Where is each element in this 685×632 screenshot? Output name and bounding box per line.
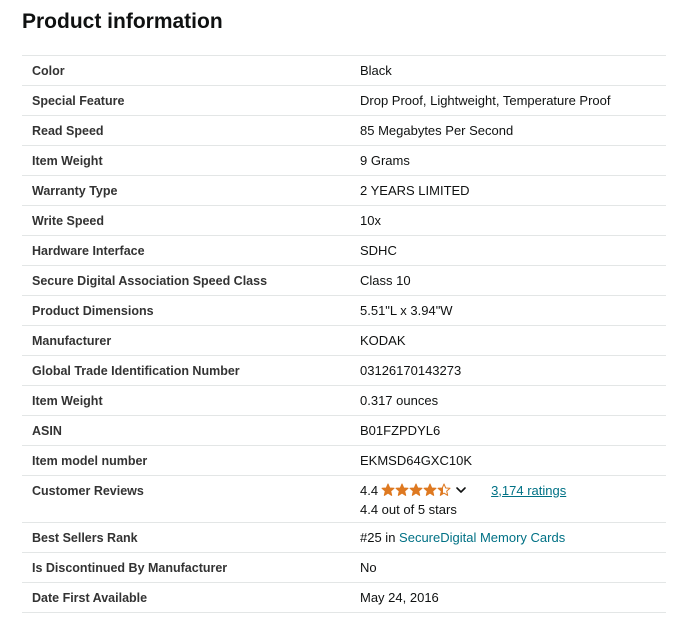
ratings-count-link[interactable]: 3,174 ratings (491, 483, 566, 498)
page-title: Product information (22, 10, 223, 33)
best-sellers-rank-row: Best Sellers Rank #25 in SecureDigital M… (22, 522, 666, 553)
table-row: Hardware Interface SDHC (22, 235, 666, 266)
star-rating[interactable] (381, 483, 451, 497)
row-label: Special Feature (32, 93, 125, 108)
star-icon (381, 483, 395, 496)
table-row: Read Speed 85 Megabytes Per Second (22, 115, 666, 146)
row-label: Product Dimensions (32, 303, 154, 318)
best-sellers-rank-value: #25 in SecureDigital Memory Cards (350, 523, 666, 553)
rank-prefix: #25 in (360, 530, 400, 545)
row-label: Item Weight (32, 153, 103, 168)
rating-number: 4.4 (360, 482, 379, 498)
row-value: 10x (360, 213, 381, 228)
row-label: Manufacturer (32, 333, 112, 348)
table-row: Warranty Type 2 YEARS LIMITED (22, 175, 666, 206)
table-row: ASIN B01FZPDYL6 (22, 415, 666, 446)
star-icon (409, 483, 423, 496)
table-row: Date First Available May 24, 2016 (22, 582, 666, 613)
row-label: Customer Reviews (32, 484, 144, 498)
row-label: ASIN (32, 423, 62, 438)
row-value: May 24, 2016 (360, 590, 439, 605)
row-value: 2 YEARS LIMITED (360, 183, 470, 198)
row-label: Item model number (32, 453, 148, 468)
table-row: Special Feature Drop Proof, Lightweight, … (22, 85, 666, 116)
chevron-down-icon[interactable] (455, 484, 467, 496)
table-row: Write Speed 10x (22, 205, 666, 236)
row-value: Drop Proof, Lightweight, Temperature Pro… (360, 93, 611, 108)
row-value: 9 Grams (360, 153, 410, 168)
row-label: Hardware Interface (32, 243, 145, 258)
customer-reviews-value: 4.4 3,174 ratings 4.4 out of 5 stars (350, 476, 666, 523)
rank-category-link[interactable]: SecureDigital Memory Cards (399, 530, 565, 545)
row-value: 0.317 ounces (360, 393, 439, 408)
row-label: Is Discontinued By Manufacturer (32, 560, 228, 575)
row-value: KODAK (360, 333, 406, 348)
table-row: Color Black (22, 55, 666, 86)
row-label: Warranty Type (32, 183, 118, 198)
star-icon (423, 483, 437, 496)
row-label: Item Weight (32, 393, 103, 408)
star-icon (437, 483, 451, 496)
row-label: Date First Available (32, 590, 148, 605)
row-value: No (360, 560, 377, 575)
table-row: Item model number EKMSD64GXC10K (22, 445, 666, 476)
row-label: Secure Digital Association Speed Class (32, 273, 268, 288)
row-label: Read Speed (32, 123, 104, 138)
row-label: Write Speed (32, 213, 105, 228)
product-info-table: Color Black Special Feature Drop Proof, Li… (22, 55, 666, 613)
table-row: Secure Digital Association Speed Class Cl… (22, 265, 666, 296)
row-value: Black (360, 63, 392, 78)
row-label: Best Sellers Rank (32, 530, 138, 545)
row-value: 5.51"L x 3.94"W (360, 303, 453, 318)
row-value: B01FZPDYL6 (360, 423, 441, 438)
row-value: 85 Megabytes Per Second (360, 123, 514, 138)
row-value: Class 10 (360, 273, 411, 288)
table-row: Item Weight 9 Grams (22, 145, 666, 176)
star-icon (395, 483, 409, 496)
table-row: Item Weight 0.317 ounces (22, 385, 666, 416)
table-row: Is Discontinued By Manufacturer No (22, 552, 666, 583)
table-row: Global Trade Identification Number 031261… (22, 355, 666, 386)
row-value: EKMSD64GXC10K (360, 453, 472, 468)
row-label: Color (32, 63, 65, 78)
row-label: Global Trade Identification Number (32, 363, 240, 378)
rating-out-of-text: 4.4 out of 5 stars (360, 502, 457, 517)
table-row: Manufacturer KODAK (22, 325, 666, 356)
customer-reviews-row: Customer Reviews 4.4 3,174 ratings 4.4 o… (22, 475, 666, 523)
row-value: SDHC (360, 243, 397, 258)
table-row: Product Dimensions 5.51"L x 3.94"W (22, 295, 666, 326)
row-value: 03126170143273 (360, 363, 462, 378)
